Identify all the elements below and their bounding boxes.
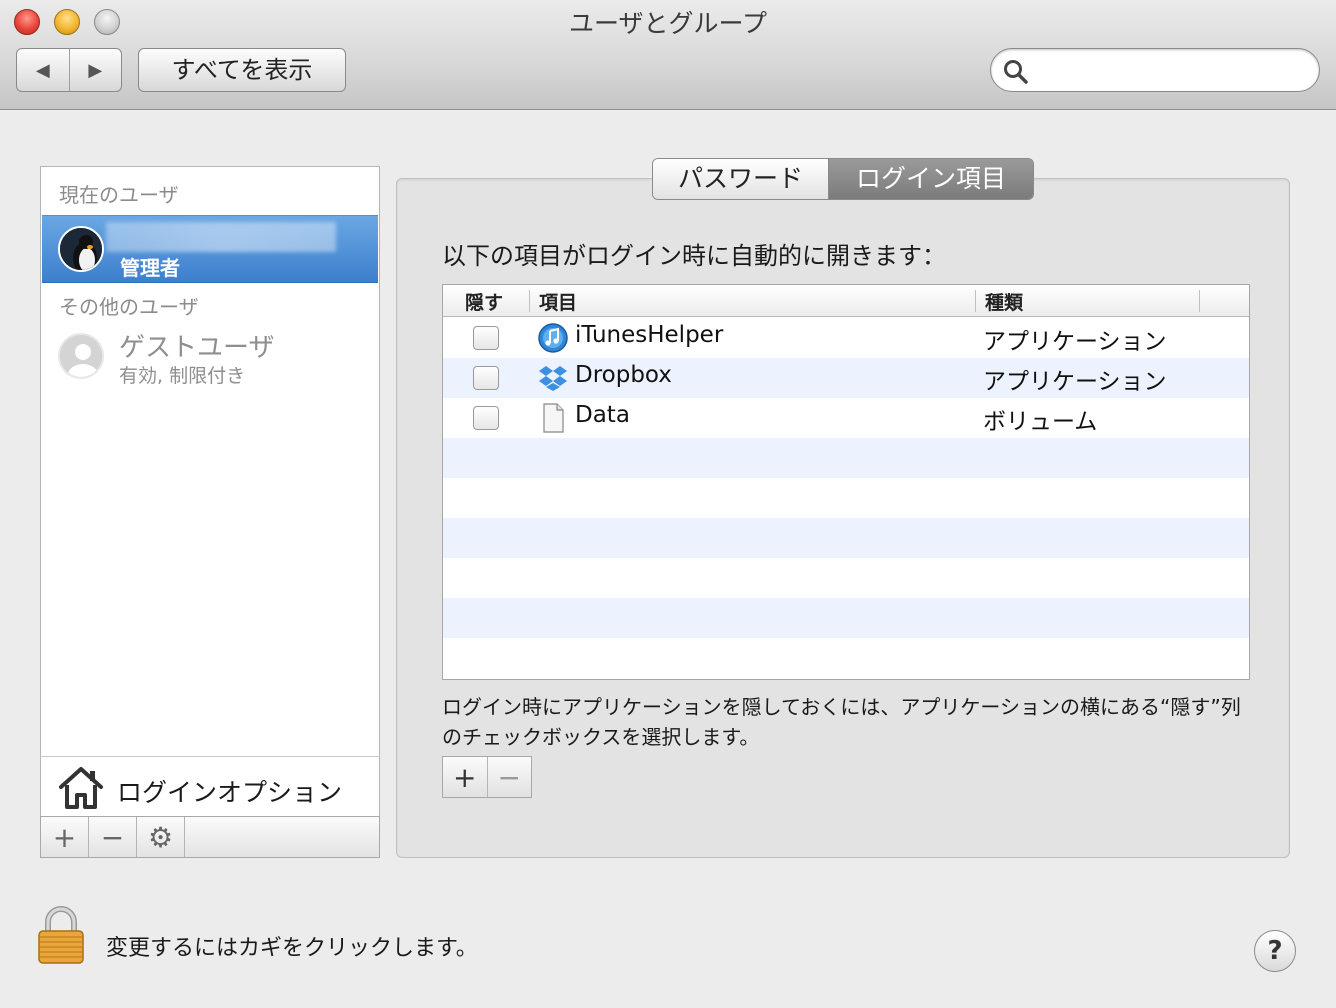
user-item-current[interactable]: 管理者	[42, 215, 378, 283]
item-name: iTunesHelper	[575, 322, 724, 348]
login-items-heading: 以下の項目がログイン時に自動的に開きます：	[442, 242, 946, 270]
table-row[interactable]: iTunesHelper アプリケーション	[443, 318, 1249, 358]
login-item-buttons: + −	[442, 756, 532, 798]
user-role: 管理者	[120, 256, 180, 280]
login-items-table: 隠す 項目 種類 iTunesHelper アプリケーション Dropbox ア	[442, 284, 1250, 680]
hide-checkbox[interactable]	[473, 406, 499, 430]
gear-icon: ⚙	[147, 820, 174, 854]
dropbox-icon	[539, 366, 567, 391]
forward-button[interactable]: ▶	[68, 49, 122, 91]
column-divider	[975, 290, 976, 312]
user-name-redacted	[106, 222, 336, 252]
table-row[interactable]: Dropbox アプリケーション	[443, 358, 1249, 398]
document-icon	[543, 403, 564, 433]
avatar	[58, 226, 104, 272]
table-row[interactable]: Data ボリューム	[443, 398, 1249, 438]
item-kind: ボリューム	[983, 409, 1098, 435]
item-kind: アプリケーション	[983, 369, 1167, 395]
item-name: Data	[575, 402, 630, 428]
penguin-avatar-icon	[60, 228, 102, 270]
column-divider	[1199, 290, 1200, 312]
remove-login-item-button[interactable]: −	[488, 757, 532, 797]
column-header-hide[interactable]: 隠す	[465, 288, 503, 315]
tab-password[interactable]: パスワード	[653, 159, 829, 199]
tab-bar: パスワード ログイン項目	[652, 158, 1034, 200]
empty-row	[443, 518, 1249, 558]
search-field[interactable]	[990, 48, 1320, 92]
item-name: Dropbox	[575, 362, 672, 388]
empty-row	[443, 558, 1249, 598]
search-icon	[1004, 60, 1028, 84]
back-forward-control: ◀ ▶	[16, 48, 122, 92]
add-user-button[interactable]: +	[41, 817, 89, 857]
remove-user-button[interactable]: −	[89, 817, 137, 857]
other-users-label: その他のユーザ	[59, 295, 199, 319]
column-divider	[529, 290, 530, 312]
action-gear-button[interactable]: ⚙	[137, 817, 185, 857]
guest-user-name: ゲストユーザ	[119, 333, 275, 363]
empty-row	[443, 598, 1249, 638]
lock-message: 変更するにはカギをクリックします。	[106, 936, 478, 961]
house-icon	[59, 767, 103, 809]
hide-checkbox[interactable]	[473, 326, 499, 350]
user-list: 現在のユーザ 管理者 その他のユーザ ゲストユーザ 有効, 制限付き	[40, 166, 380, 758]
person-silhouette-icon	[60, 335, 102, 377]
back-icon: ◀	[35, 59, 50, 81]
login-options-label: ログインオプション	[117, 778, 343, 807]
show-all-button[interactable]: すべてを表示	[138, 48, 346, 92]
back-button[interactable]: ◀	[17, 49, 69, 91]
window-title: ユーザとグループ	[568, 9, 767, 38]
hide-checkbox[interactable]	[473, 366, 499, 390]
column-header-kind[interactable]: 種類	[985, 288, 1023, 315]
item-kind: アプリケーション	[983, 329, 1167, 355]
empty-row	[443, 478, 1249, 518]
lock-icon[interactable]	[36, 906, 86, 966]
empty-row	[443, 638, 1249, 678]
guest-user-status: 有効, 制限付き	[119, 365, 246, 387]
forward-icon: ▶	[88, 59, 103, 81]
search-input[interactable]	[1035, 55, 1305, 85]
help-button[interactable]: ?	[1254, 930, 1296, 972]
tab-login-items[interactable]: ログイン項目	[829, 159, 1033, 199]
login-options-item[interactable]: ログインオプション	[40, 756, 380, 818]
add-login-item-button[interactable]: +	[443, 757, 488, 797]
hide-hint-text: ログイン時にアプリケーションを隠しておくには、アプリケーションの横にある“隠す”…	[442, 695, 1241, 749]
column-header-item[interactable]: 項目	[539, 288, 577, 315]
user-list-buttons: + − ⚙	[40, 816, 380, 858]
avatar	[58, 333, 104, 379]
current-users-label: 現在のユーザ	[59, 183, 179, 207]
empty-row	[443, 438, 1249, 478]
table-header: 隠す 項目 種類	[443, 285, 1249, 317]
itunes-icon	[538, 323, 568, 353]
window-toolbar: ユーザとグループ ◀ ▶ すべてを表示	[0, 0, 1336, 110]
